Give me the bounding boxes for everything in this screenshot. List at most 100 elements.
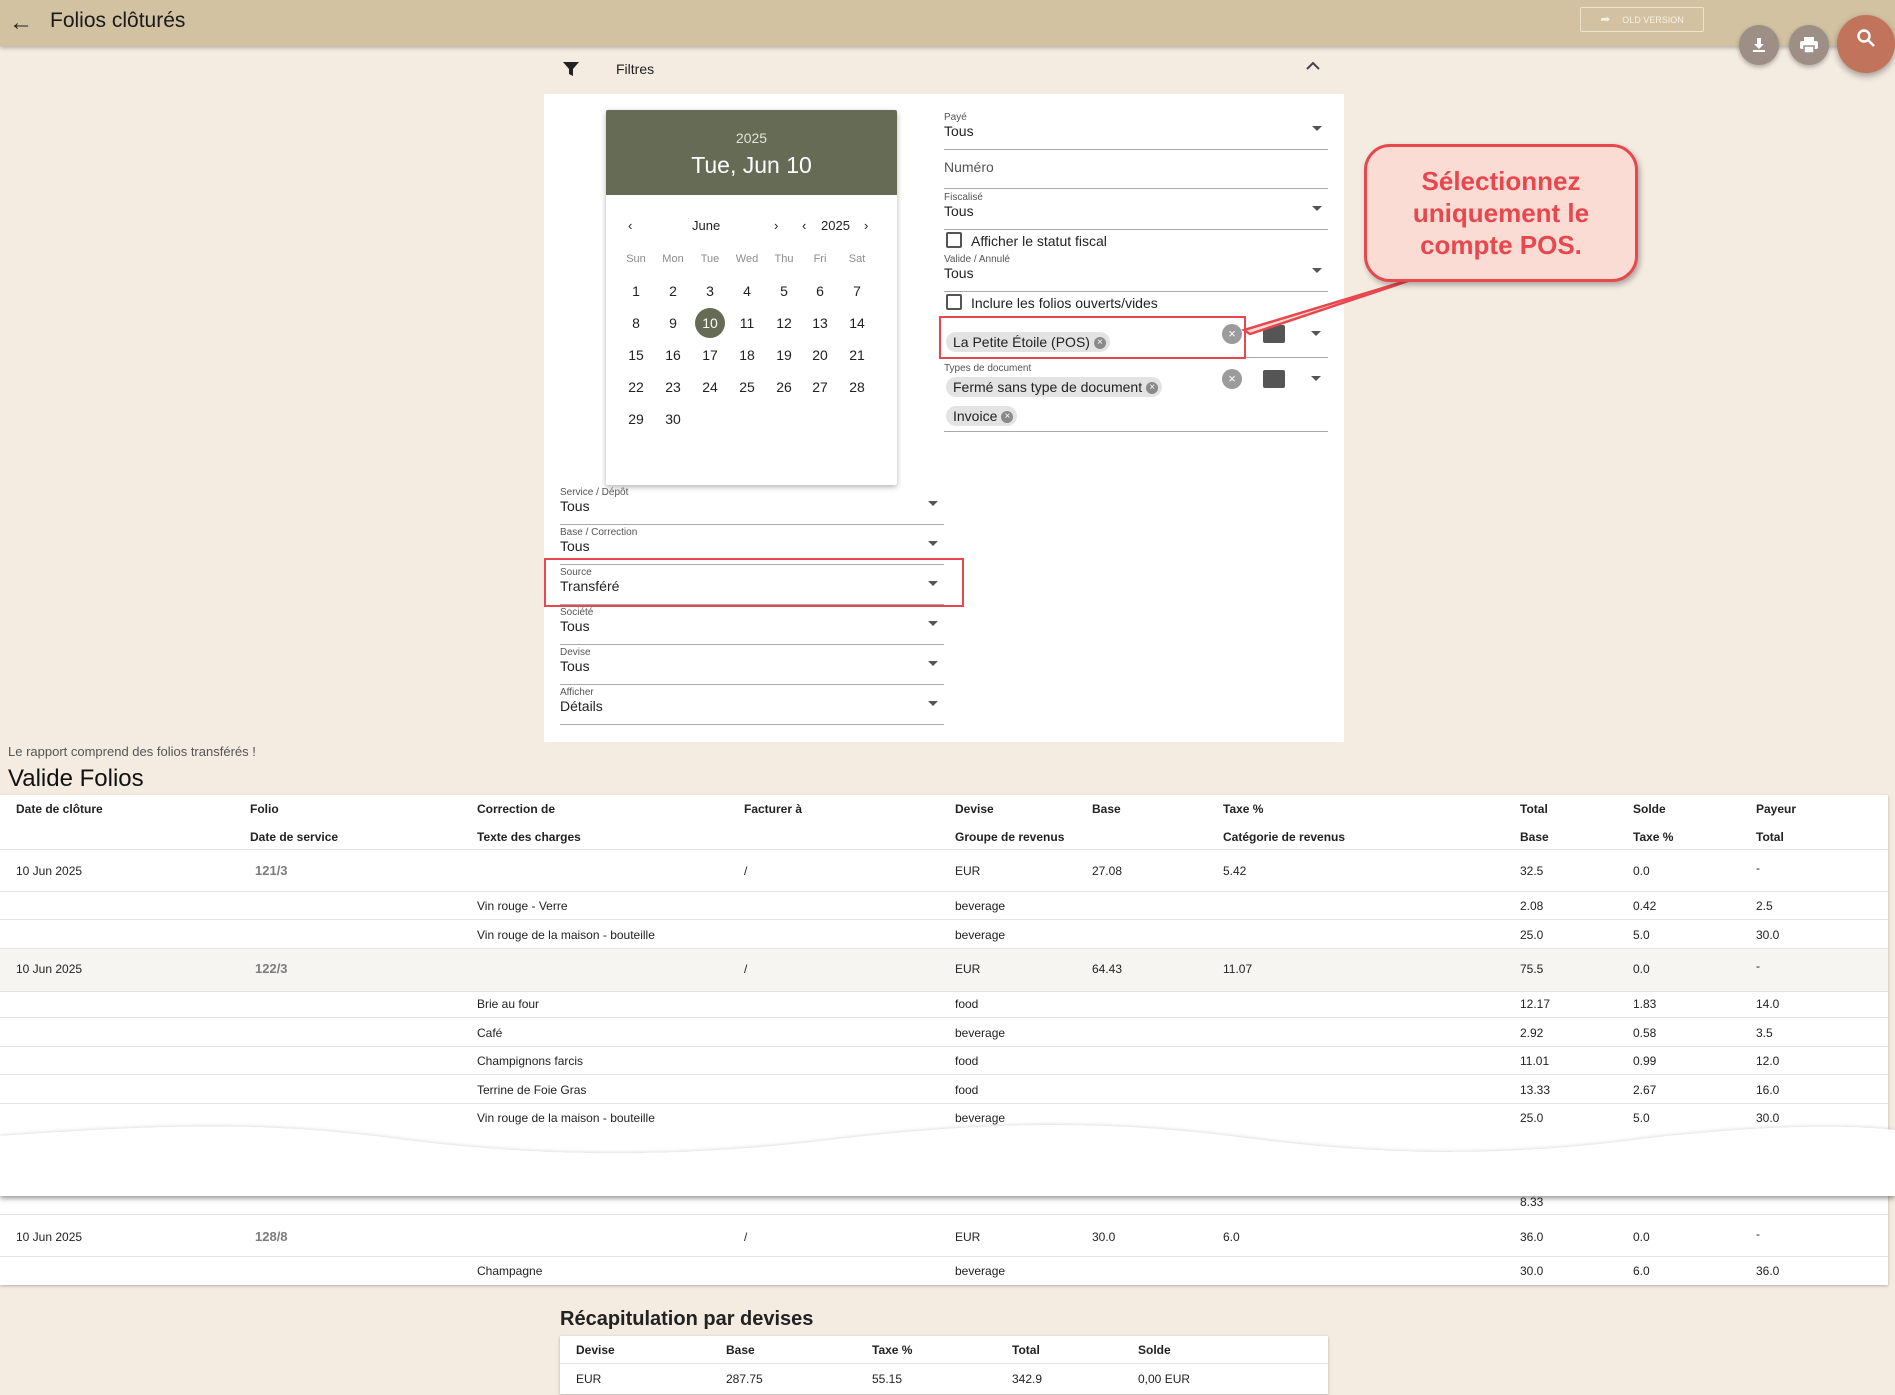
calendar-day-selected[interactable]: 10 — [695, 308, 725, 338]
month-label[interactable]: June — [692, 218, 720, 233]
paye-label: Payé — [944, 112, 967, 123]
select-list-icon[interactable] — [1263, 370, 1285, 388]
calendar-day[interactable]: 18 — [732, 340, 762, 370]
calendar-day[interactable]: 19 — [769, 340, 799, 370]
filter-select-0[interactable]: Service / Dépôt Tous — [560, 487, 944, 525]
calendar-day[interactable]: 4 — [732, 276, 762, 306]
charge-tax: 1.83 — [1633, 997, 1657, 1011]
download-button[interactable] — [1739, 25, 1779, 65]
calendar-day[interactable]: 2 — [658, 276, 688, 306]
folio-link: 128/8 — [255, 1229, 288, 1244]
calendar-day[interactable]: 29 — [621, 404, 651, 434]
fiscalise-select[interactable]: Fiscalisé Tous — [944, 192, 1328, 230]
charge-text: Brie au four — [477, 997, 540, 1011]
charge-text: Vin rouge de la maison - bouteille — [477, 928, 655, 942]
year-label[interactable]: 2025 — [821, 218, 850, 233]
numero-placeholder: Numéro — [944, 159, 994, 175]
column-header: Solde — [1633, 802, 1666, 816]
row-divider — [0, 891, 1888, 892]
next-year-icon[interactable]: › — [864, 218, 868, 233]
filter-select-5[interactable]: Afficher Détails — [560, 687, 944, 725]
bill-to: / — [744, 962, 748, 976]
caret-down-icon[interactable] — [1311, 376, 1321, 381]
filters-toggle[interactable]: Filtres — [544, 52, 1344, 88]
calendar-day[interactable]: 27 — [805, 372, 835, 402]
calendar-day[interactable]: 15 — [621, 340, 651, 370]
calendar-day[interactable]: 14 — [842, 308, 872, 338]
calendar-day[interactable]: 7 — [842, 276, 872, 306]
filter-select-3[interactable]: Société Tous — [560, 607, 944, 645]
doc-type-chip[interactable]: Invoice × — [946, 406, 1018, 426]
back-arrow-icon[interactable]: ← — [6, 8, 36, 38]
weekday-label: Sun — [626, 253, 646, 265]
calendar-day[interactable]: 23 — [658, 372, 688, 402]
charge-text: Champagne — [477, 1264, 543, 1278]
revenue-group: food — [955, 1083, 979, 1097]
calendar-day[interactable]: 16 — [658, 340, 688, 370]
prev-year-icon[interactable]: ‹ — [802, 218, 806, 233]
date-picker[interactable]: 2025 Tue, Jun 10 ‹ June › ‹ 2025 › Sun Mo… — [606, 110, 897, 485]
doc-type-chip-label: Invoice — [953, 408, 998, 424]
calendar-day[interactable]: 22 — [621, 372, 651, 402]
charge-text: Terrine de Foie Gras — [477, 1083, 587, 1097]
fiscalise-value: Tous — [944, 203, 974, 219]
chip-remove-icon[interactable]: × — [1146, 382, 1159, 395]
calendar-day[interactable]: 25 — [732, 372, 762, 402]
calendar-day[interactable]: 13 — [805, 308, 835, 338]
clear-doc-types-icon[interactable]: × — [1222, 369, 1242, 389]
charge-total: 12.0 — [1756, 1054, 1780, 1068]
charge-base: 11.01 — [1520, 1054, 1550, 1068]
next-month-icon[interactable]: › — [774, 218, 778, 233]
transfer-note: Le rapport comprend des folios transféré… — [8, 744, 256, 759]
recap-cell: EUR — [576, 1372, 602, 1386]
column-header: Date de service — [250, 830, 339, 844]
calendar-day[interactable]: 8 — [621, 308, 651, 338]
calendar-day[interactable]: 28 — [842, 372, 872, 402]
filter-funnel-icon — [562, 60, 580, 83]
revenue-group: beverage — [955, 928, 1006, 942]
charge-text: Vin rouge - Verre — [477, 899, 568, 913]
include-open-checkbox[interactable] — [946, 294, 962, 310]
charge-base: 2.92 — [1520, 1026, 1544, 1040]
calendar-day[interactable]: 3 — [695, 276, 725, 306]
calendar-day[interactable]: 12 — [769, 308, 799, 338]
charge-tax: 6.0 — [1633, 1264, 1650, 1278]
calendar-day[interactable]: 11 — [732, 308, 762, 338]
calendar-day[interactable]: 6 — [805, 276, 835, 306]
calendar-day[interactable]: 17 — [695, 340, 725, 370]
charge-total: 2.5 — [1756, 899, 1773, 913]
calendar-day[interactable]: 20 — [805, 340, 835, 370]
column-header: Groupe de revenus — [955, 830, 1065, 844]
date-picker-year[interactable]: 2025 — [606, 130, 897, 146]
charge-base: 30.0 — [1520, 1264, 1544, 1278]
charge-base: 12.17 — [1520, 997, 1551, 1011]
filter-select-4[interactable]: Devise Tous — [560, 647, 944, 685]
calendar-day[interactable]: 1 — [621, 276, 651, 306]
prev-month-icon[interactable]: ‹ — [628, 218, 632, 233]
calendar-day[interactable]: 21 — [842, 340, 872, 370]
search-button[interactable] — [1837, 15, 1895, 73]
charge-total: 14.0 — [1756, 997, 1780, 1011]
calendar-day[interactable]: 24 — [695, 372, 725, 402]
fiscalise-label: Fiscalisé — [944, 192, 983, 203]
calendar-day[interactable]: 26 — [769, 372, 799, 402]
fiscal-status-checkbox[interactable] — [946, 232, 962, 248]
weekday-label: Wed — [735, 253, 759, 265]
numero-input[interactable]: Numéro — [944, 151, 1328, 189]
balance: 0.0 — [1633, 962, 1650, 976]
calendar-day[interactable]: 5 — [769, 276, 799, 306]
calendar-day[interactable]: 9 — [658, 308, 688, 338]
filter-value: Tous — [560, 658, 590, 674]
old-version-button[interactable]: ➦ OLD VERSION — [1580, 7, 1704, 32]
column-header: Date de clôture — [16, 802, 103, 816]
row-divider — [0, 849, 1888, 850]
row-divider — [0, 1103, 1888, 1104]
calendar-day[interactable]: 30 — [658, 404, 688, 434]
revenue-group: beverage — [955, 1026, 1006, 1040]
column-header: Total — [1520, 802, 1548, 816]
filter-value: Tous — [560, 618, 590, 634]
doc-type-chip[interactable]: Fermé sans type de document × — [946, 377, 1163, 397]
print-button[interactable] — [1789, 25, 1829, 65]
paye-select[interactable]: Payé Tous — [944, 112, 1328, 150]
chip-remove-icon[interactable]: × — [1001, 411, 1014, 424]
